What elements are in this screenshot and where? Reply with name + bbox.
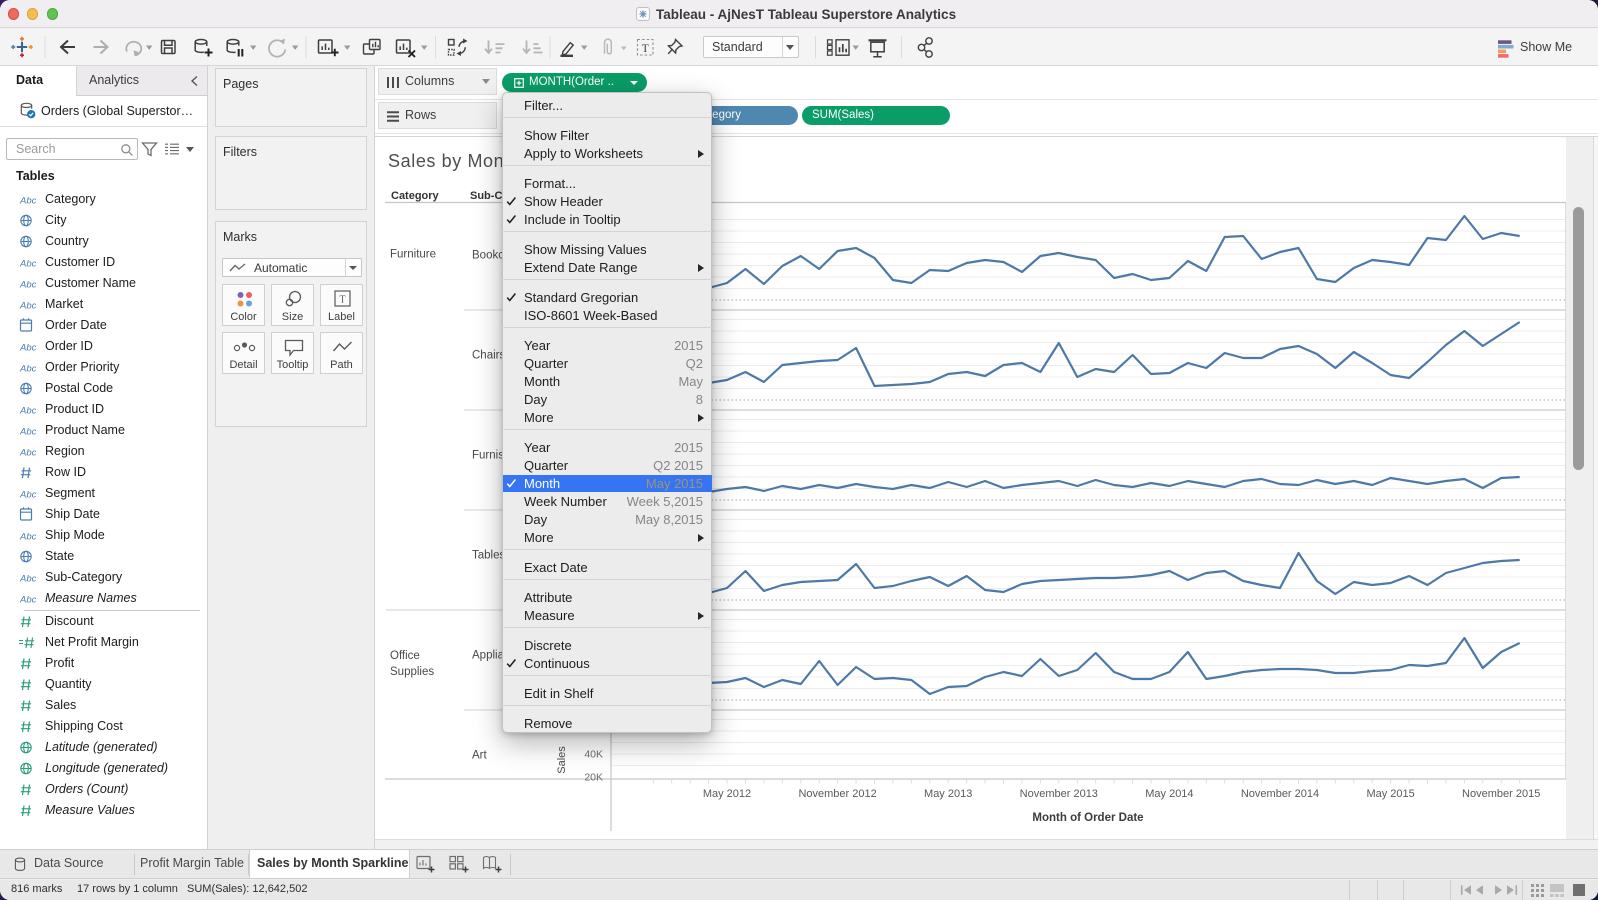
svg-text:Abc: Abc [19,363,36,374]
svg-text:May 2012: May 2012 [703,788,751,800]
svg-text:Abc: Abc [19,342,36,353]
svg-text:November 2013: November 2013 [1020,788,1098,800]
svg-text:Abc: Abc [19,300,36,311]
svg-text:November 2015: November 2015 [1462,788,1540,800]
svg-text:Chairs: Chairs [472,350,505,362]
svg-text:Tables: Tables [472,550,505,562]
svg-text:Abc: Abc [19,426,36,437]
svg-text:Art: Art [472,750,488,762]
svg-text:Sales: Sales [556,746,568,774]
svg-text:T: T [339,295,345,306]
svg-text:Abc: Abc [19,258,36,269]
svg-text:November 2012: November 2012 [798,788,876,800]
svg-text:Category: Category [391,190,440,202]
svg-text:Office: Office [390,650,420,662]
svg-text:T: T [642,43,649,55]
svg-text:Abc: Abc [19,489,36,500]
svg-text:May 2013: May 2013 [924,788,972,800]
svg-text:20K: 20K [584,772,603,784]
svg-text:Supplies: Supplies [390,666,434,678]
svg-text:May 2014: May 2014 [1145,788,1193,800]
svg-text:Abc: Abc [19,447,36,458]
svg-text:Furniture: Furniture [390,249,436,261]
svg-text:Month of Order Date: Month of Order Date [1032,812,1143,824]
svg-text:November 2014: November 2014 [1241,788,1319,800]
svg-text:Abc: Abc [19,405,36,416]
svg-text:Abc: Abc [19,279,36,290]
svg-text:Abc: Abc [19,573,36,584]
svg-text:Abc: Abc [19,594,36,605]
svg-text:May 2015: May 2015 [1366,788,1414,800]
svg-text:40K: 40K [584,749,603,761]
svg-text:Abc: Abc [19,531,36,542]
svg-text:Abc: Abc [19,195,36,206]
